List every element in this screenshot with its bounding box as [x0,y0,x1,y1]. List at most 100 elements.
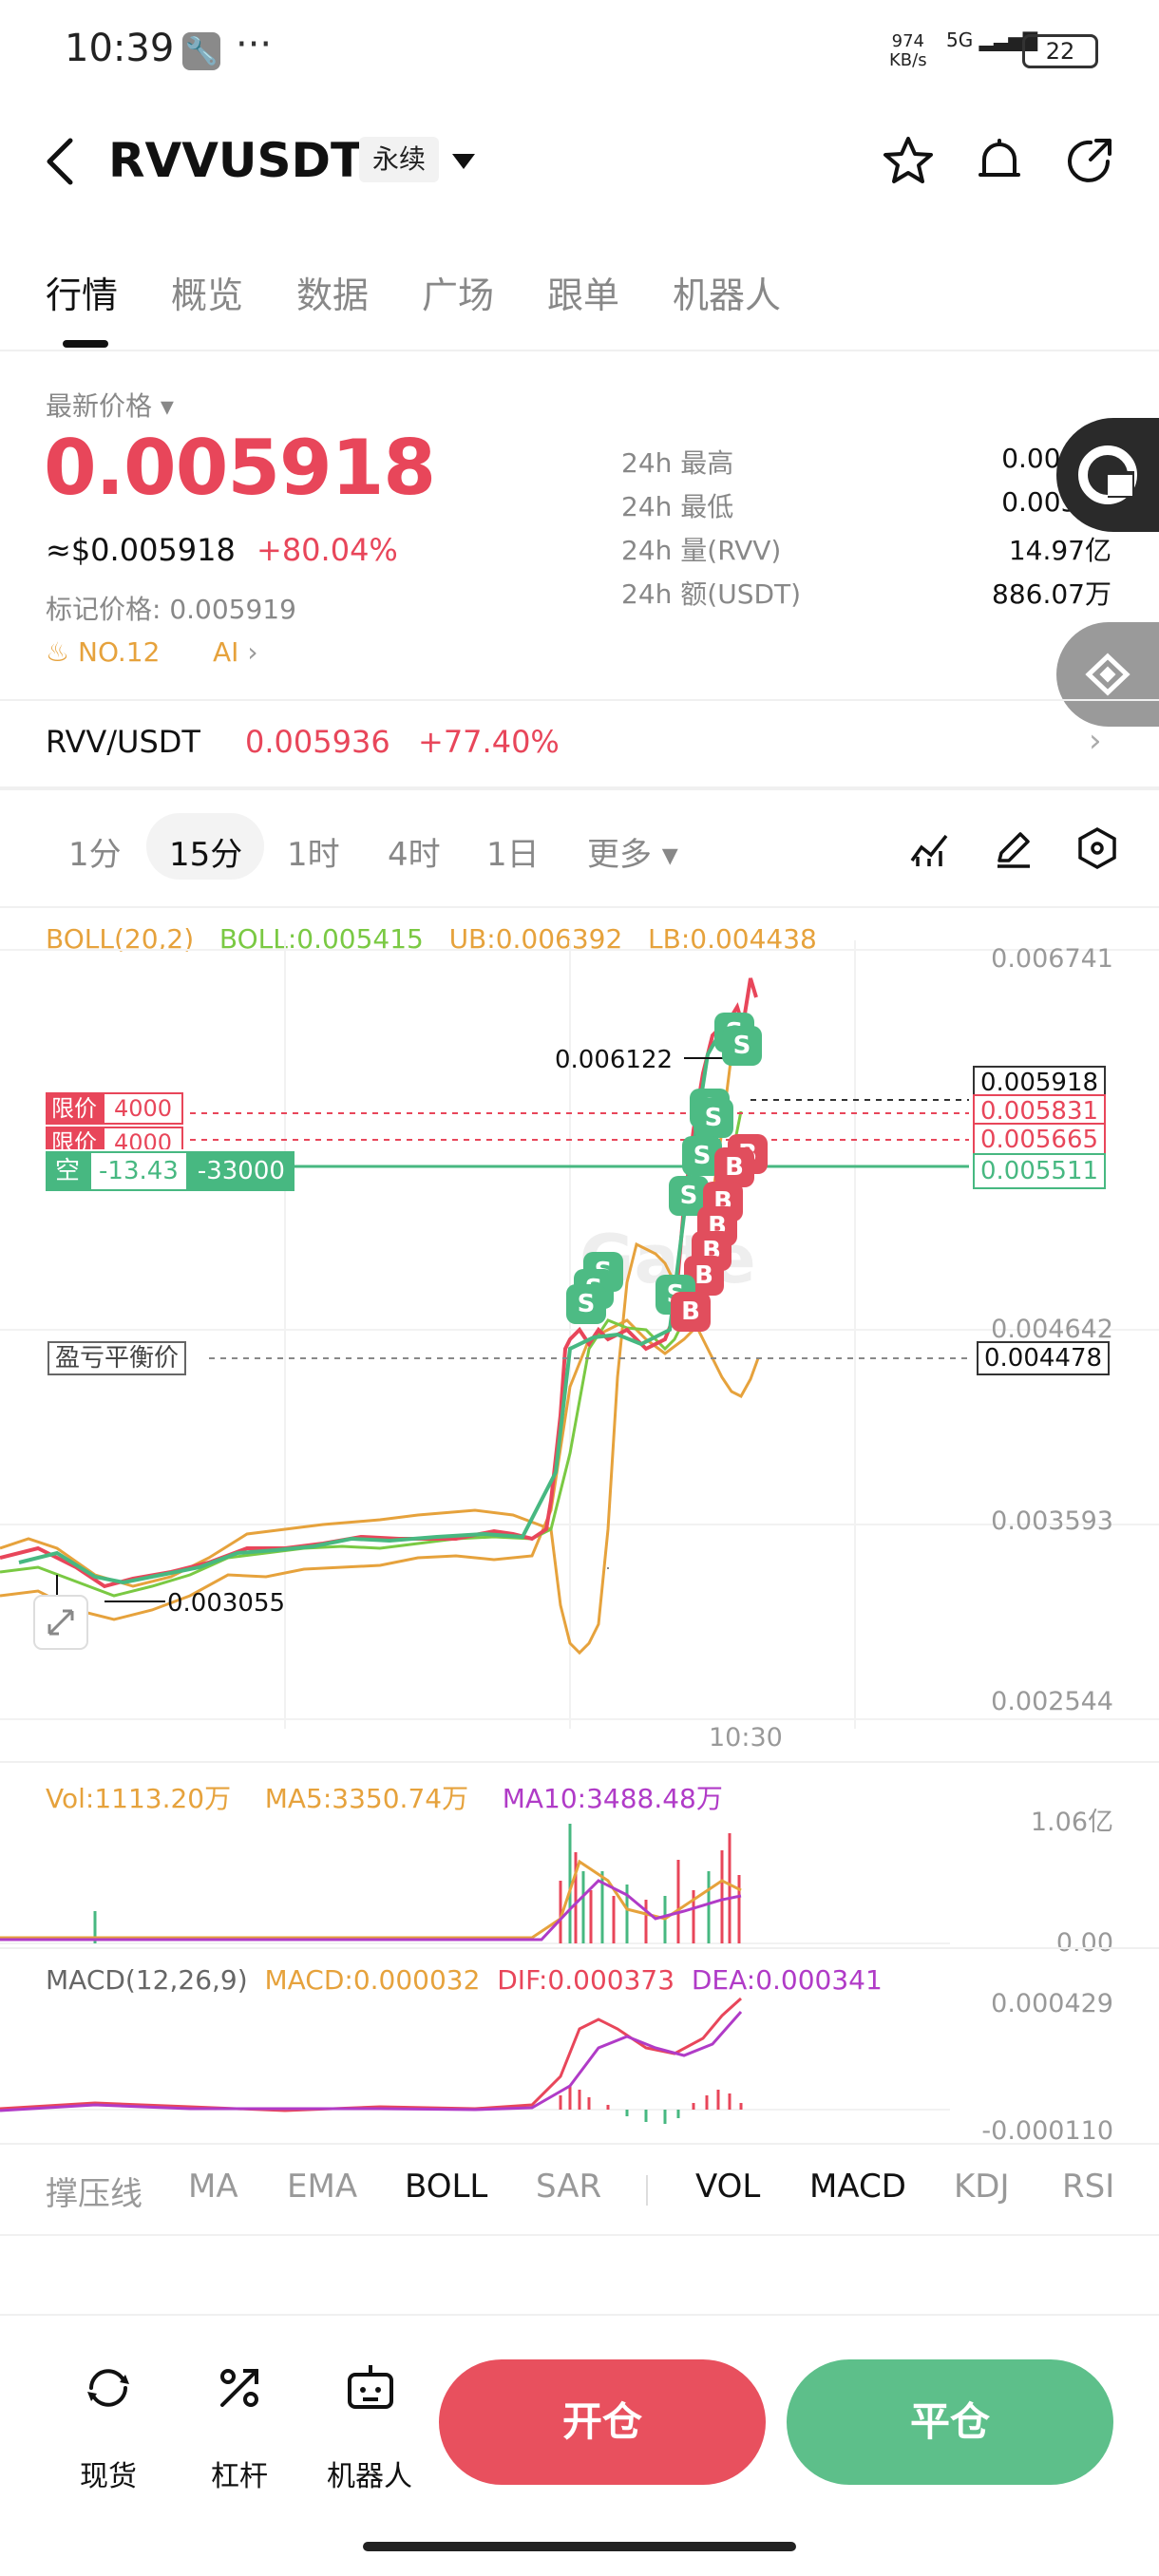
interval-1d[interactable]: 1日 [486,828,540,875]
indicator-tab-ema[interactable]: EMA [287,2168,357,2206]
status-bar: 10:39 🔧 ··· 974 KB/s 5G ▂▃▅▇ 22 [0,0,1159,104]
top-bar: RVVUSDT 永续 [0,114,1159,209]
network-speed: 974 KB/s [889,31,927,70]
active-tab-indicator [63,340,108,348]
divider [0,906,1159,908]
interval-15m[interactable]: 15分 [169,828,242,875]
spot-change: +77.40% [418,724,560,760]
tab-overview[interactable]: 概览 [171,266,243,318]
mark-price: 标记价格: 0.005919 [46,594,296,625]
bottom-bar: 现货 杠杆 机器人 开仓 平仓 [0,2314,1159,2576]
indicator-tab-kdj[interactable]: KDJ [954,2168,1010,2206]
robot-icon[interactable] [342,2359,399,2416]
limit-order-price-2: 0.005665 [973,1123,1107,1157]
short-position[interactable]: 空 -13.43 -33000 [46,1151,294,1191]
buy-marker: B [671,1292,711,1332]
breakeven-price-tag: 0.004478 [977,1341,1111,1375]
indicator-tab-macd[interactable]: MACD [809,2168,906,2206]
contract-type-badge[interactable]: 永续 [359,137,440,182]
spot-price: 0.005936 [245,724,390,760]
leverage-label[interactable]: 杠杆 [211,2453,268,2494]
macd-axis-bottom: -0.000110 [981,2116,1113,2146]
position-price-tag: 0.005511 [973,1153,1107,1189]
stat-value-volume: 14.97亿 [1008,535,1112,566]
interval-1m[interactable]: 1分 [68,828,122,875]
price-axis-bottom: 0.002544 [991,1687,1113,1716]
sell-marker: S [722,1026,762,1066]
usd-price: ≈$0.005918 [46,532,236,568]
tab-square[interactable]: 广场 [422,266,494,318]
divider [0,699,1159,701]
sell-marker: S [694,1098,733,1138]
exchange-logo-icon [1085,653,1130,696]
bell-icon[interactable] [971,133,1028,190]
divider [0,1947,1159,1949]
share-icon[interactable] [1062,133,1119,190]
symbol-title[interactable]: RVVUSDT [108,133,363,188]
indicator-tab-ma[interactable]: MA [188,2168,238,2206]
price-axis-3: 0.003593 [991,1506,1113,1536]
settings-hexagon-icon[interactable] [1075,826,1119,870]
tab-data[interactable]: 数据 [296,266,369,318]
floating-exchange-button[interactable] [1056,622,1159,727]
spot-icon[interactable] [80,2359,137,2416]
indicator-tab-support[interactable]: 撑压线 [46,2168,142,2214]
spot-pair[interactable]: RVV/USDT [46,724,200,760]
price-axis-top: 0.006741 [991,944,1113,974]
battery-icon: 22 [1022,34,1098,68]
latest-price: 0.005918 [44,424,436,512]
flame-icon: ♨ [46,636,70,668]
tab-market[interactable]: 行情 [46,266,118,318]
stat-label-high: 24h 最高 [621,447,734,479]
ai-button[interactable]: AI › [213,636,258,668]
home-indicator [363,2542,796,2551]
stat-label-low: 24h 最低 [621,491,734,522]
tab-copy-trade[interactable]: 跟单 [547,266,619,318]
divider [0,2234,1159,2236]
indicator-tab-rsi[interactable]: RSI [1062,2168,1113,2206]
macd-axis-top: 0.000429 [991,1989,1113,2018]
latest-price-selector[interactable]: 最新价格 ▾ [46,386,174,424]
gate-logo-icon [1078,445,1137,504]
robot-label[interactable]: 机器人 [327,2453,412,2494]
indicator-tab-boll[interactable]: BOLL [405,2168,487,2206]
wrench-icon: 🔧 [182,32,220,70]
chevron-down-icon[interactable] [450,152,477,171]
back-icon[interactable] [42,133,80,190]
spot-label[interactable]: 现货 [80,2453,137,2494]
limit-order-2[interactable]: 限价 4000 [46,1127,184,1149]
divider [0,2143,1159,2145]
interval-1h[interactable]: 1时 [287,828,340,875]
price-change: +80.04% [256,532,398,568]
indicator-tab-sar[interactable]: SAR [536,2168,601,2206]
volume-axis-bottom: 0.00 [1055,1928,1113,1958]
chevron-right-icon[interactable]: › [1089,722,1102,760]
tab-robot[interactable]: 机器人 [673,266,781,318]
more-notifications-icon: ··· [236,23,273,66]
macd-chart [0,1997,950,2124]
limit-order-1[interactable]: 限价 4000 [46,1092,184,1125]
stat-label-turnover: 24h 额(USDT) [621,578,802,610]
star-icon[interactable] [880,133,937,190]
leverage-icon[interactable] [211,2359,268,2416]
divider [0,1761,1159,1763]
floating-gate-button[interactable] [1056,418,1159,532]
low-price-label: 0.003055 [167,1589,285,1618]
interval-more[interactable]: 更多 ▾ [587,828,678,875]
indicator-tab-vol[interactable]: VOL [695,2168,760,2206]
close-position-button[interactable]: 平仓 [787,2359,1113,2485]
indicator-icon[interactable] [908,828,950,870]
hot-rank[interactable]: ♨ NO.12 [46,636,160,668]
candlestick-chart[interactable]: Gate 0.003055 0.006122 [0,940,1159,1729]
stat-label-volume: 24h 量(RVV) [621,535,782,566]
main-tabs: 行情 概览 数据 广场 跟单 机器人 [0,247,1159,351]
open-position-button[interactable]: 开仓 [439,2359,766,2485]
breakeven-label: 盈亏平衡价 [48,1341,187,1375]
interval-4h[interactable]: 4时 [388,828,441,875]
volume-axis-top: 1.06亿 [1030,1808,1113,1837]
draw-pen-icon[interactable] [992,826,1036,870]
divider [646,2175,648,2206]
time-axis-label: 10:30 [709,1723,783,1752]
status-time: 10:39 [65,27,175,70]
volume-chart [0,1824,950,1944]
